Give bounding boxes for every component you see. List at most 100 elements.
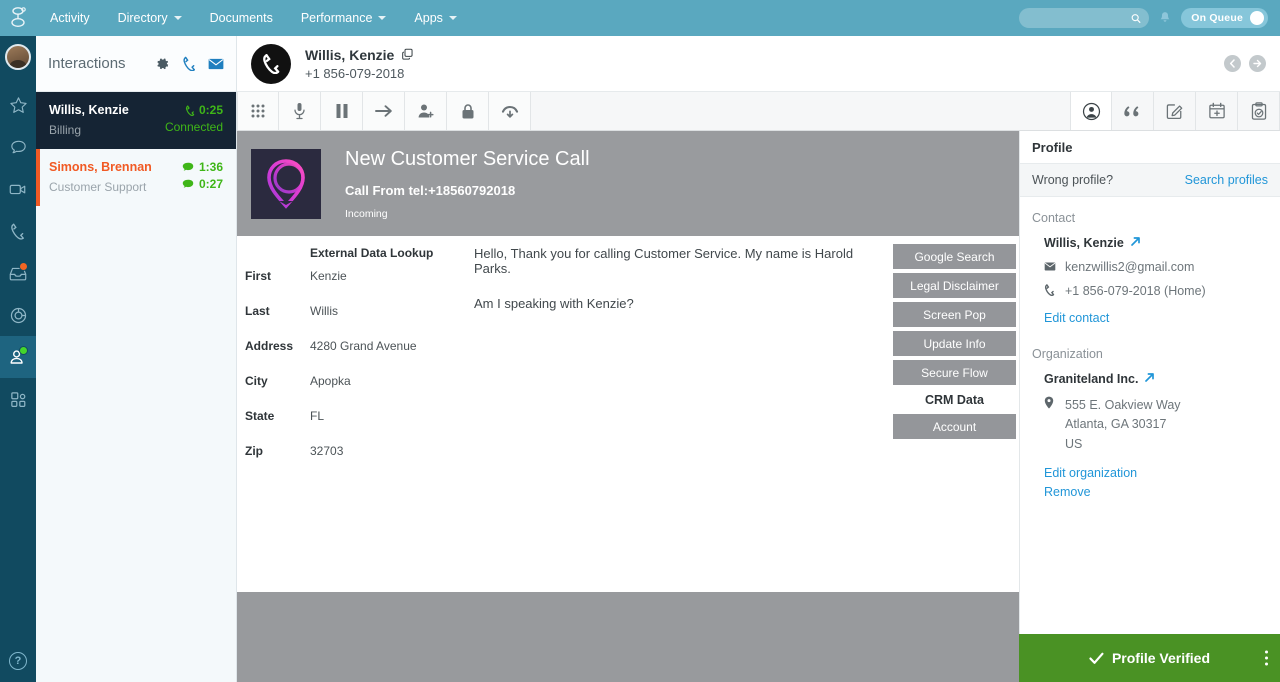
add-participant-button[interactable] [405, 92, 447, 130]
hold-button[interactable] [321, 92, 363, 130]
field-value: FL [310, 409, 325, 423]
field-label: Zip [245, 444, 263, 458]
list-item[interactable]: Willis, Kenzie 0:25 Billing Connected [36, 92, 236, 149]
field-value: Kenzie [310, 269, 347, 283]
script-direction: Incoming [345, 207, 388, 220]
toolbar-right-group [1070, 92, 1280, 130]
global-search-box[interactable] [1019, 8, 1150, 28]
mute-button[interactable] [279, 92, 321, 130]
notes-icon [1166, 104, 1183, 120]
contact-section-label: Contact [1032, 211, 1076, 225]
secure-flow-button[interactable]: Secure Flow [893, 360, 1016, 385]
on-queue-label: On Queue [1191, 12, 1243, 24]
profile-verified-bar[interactable]: Profile Verified [1019, 634, 1280, 682]
next-interaction-button[interactable] [1249, 55, 1266, 72]
settings-gear-icon[interactable] [155, 56, 170, 71]
check-icon [1089, 652, 1104, 664]
field-label: State [245, 409, 275, 423]
location-pin-icon [1044, 396, 1056, 412]
organization-section-label: Organization [1032, 347, 1103, 361]
table-row: Zip 32703 [245, 444, 625, 458]
brand-logo-icon[interactable] [0, 7, 36, 29]
hangup-button[interactable] [489, 92, 531, 130]
nav-item-apps[interactable]: Apps [400, 0, 471, 36]
phone-icon [185, 105, 195, 116]
nav-item-directory[interactable]: Directory [104, 0, 196, 36]
interactions-panel: Interactions Willis, Kenzie 0:25 Billing… [36, 36, 237, 682]
nav-item-label: Activity [50, 11, 90, 25]
calendar-add-icon [1208, 102, 1225, 119]
call-phone-number: +1 856-079-2018 [305, 65, 405, 81]
external-link-icon[interactable] [1130, 236, 1141, 250]
profile-icon [1082, 102, 1100, 120]
new-call-icon[interactable] [182, 56, 196, 71]
contact-name[interactable]: Willis, Kenzie [1044, 236, 1268, 250]
on-queue-toggle[interactable]: On Queue [1181, 8, 1268, 28]
secure-pause-button[interactable] [447, 92, 489, 130]
script-title: New Customer Service Call [345, 147, 590, 170]
nav-item-activity[interactable]: Activity [36, 0, 104, 36]
tab-callback[interactable] [1196, 92, 1238, 130]
search-profiles-link[interactable]: Search profiles [1185, 173, 1268, 187]
field-value: Apopka [310, 374, 351, 388]
notification-bell-icon[interactable] [1159, 11, 1171, 25]
organization-name[interactable]: Graniteland Inc. [1044, 372, 1268, 386]
sidebar-item-favorites[interactable] [0, 84, 36, 126]
new-email-icon[interactable] [208, 58, 224, 70]
edit-contact-link[interactable]: Edit contact [1044, 311, 1268, 325]
tab-notes[interactable] [1154, 92, 1196, 130]
phone-icon [11, 223, 24, 240]
contact-section: Contact Willis, Kenzie kenzwillis2@gmail… [1020, 197, 1280, 325]
script-pane: New Customer Service Call Call From tel:… [237, 131, 1019, 682]
remove-organization-link[interactable]: Remove [1044, 485, 1268, 499]
page-title: Interactions [48, 55, 126, 72]
organization-address-row: 555 E. Oakview Way Atlanta, GA 30317 US [1044, 396, 1268, 454]
help-icon[interactable]: ? [9, 652, 27, 670]
transfer-button[interactable] [363, 92, 405, 130]
list-item[interactable]: Simons, Brennan 1:36 Customer Support 0:… [36, 149, 236, 206]
tab-scripts[interactable] [1112, 92, 1154, 130]
interaction-primary-row: Simons, Brennan 1:36 [49, 160, 223, 174]
sidebar-item-chat[interactable] [0, 126, 36, 168]
nav-item-label: Documents [209, 11, 273, 25]
profile-heading: Profile [1032, 139, 1073, 155]
sidebar-item-video[interactable] [0, 168, 36, 210]
account-button[interactable]: Account [893, 414, 1016, 439]
tab-profile[interactable] [1070, 92, 1112, 130]
copy-icon[interactable] [401, 48, 414, 61]
contact-name-text: Willis, Kenzie [1044, 236, 1124, 250]
screen-pop-button[interactable]: Screen Pop [893, 302, 1016, 327]
more-options-icon[interactable] [1265, 650, 1268, 666]
script-hero-text: New Customer Service Call Call From tel:… [345, 148, 590, 220]
sidebar-item-apps[interactable] [0, 378, 36, 420]
external-link-icon[interactable] [1144, 372, 1155, 386]
toggle-knob [1250, 11, 1264, 25]
chat-icon [10, 140, 26, 153]
sidebar-item-calls[interactable] [0, 210, 36, 252]
edit-organization-link[interactable]: Edit organization [1044, 466, 1268, 480]
profile-panel: Profile Wrong profile? Search profiles C… [1019, 131, 1280, 682]
search-input[interactable] [1027, 12, 1132, 24]
table-row: Address 4280 Grand Avenue [245, 339, 625, 353]
keypad-button[interactable] [237, 92, 279, 130]
sidebar-item-interactions[interactable] [0, 336, 36, 378]
tab-wrapup[interactable] [1238, 92, 1280, 130]
wrong-profile-label: Wrong profile? [1032, 173, 1114, 187]
status-value: 0:27 [198, 177, 223, 191]
crm-data-section-label: CRM Data [924, 392, 985, 407]
avatar[interactable] [5, 44, 31, 70]
sidebar-item-inbox[interactable] [0, 252, 36, 294]
sidebar-item-performance[interactable] [0, 294, 36, 336]
google-search-button[interactable]: Google Search [893, 244, 1016, 269]
left-navigation-rail: ? [0, 36, 36, 682]
nav-item-performance[interactable]: Performance [287, 0, 401, 36]
script-footer-area [237, 592, 1019, 682]
nav-item-documents[interactable]: Documents [196, 0, 287, 36]
previous-interaction-button[interactable] [1224, 55, 1241, 72]
organization-name-text: Graniteland Inc. [1044, 372, 1139, 386]
chevron-down-icon [173, 16, 182, 20]
update-info-button[interactable]: Update Info [893, 331, 1016, 356]
phone-icon [1044, 284, 1056, 299]
interaction-timer: 1:36 [182, 160, 223, 174]
legal-disclaimer-button[interactable]: Legal Disclaimer [893, 273, 1016, 298]
